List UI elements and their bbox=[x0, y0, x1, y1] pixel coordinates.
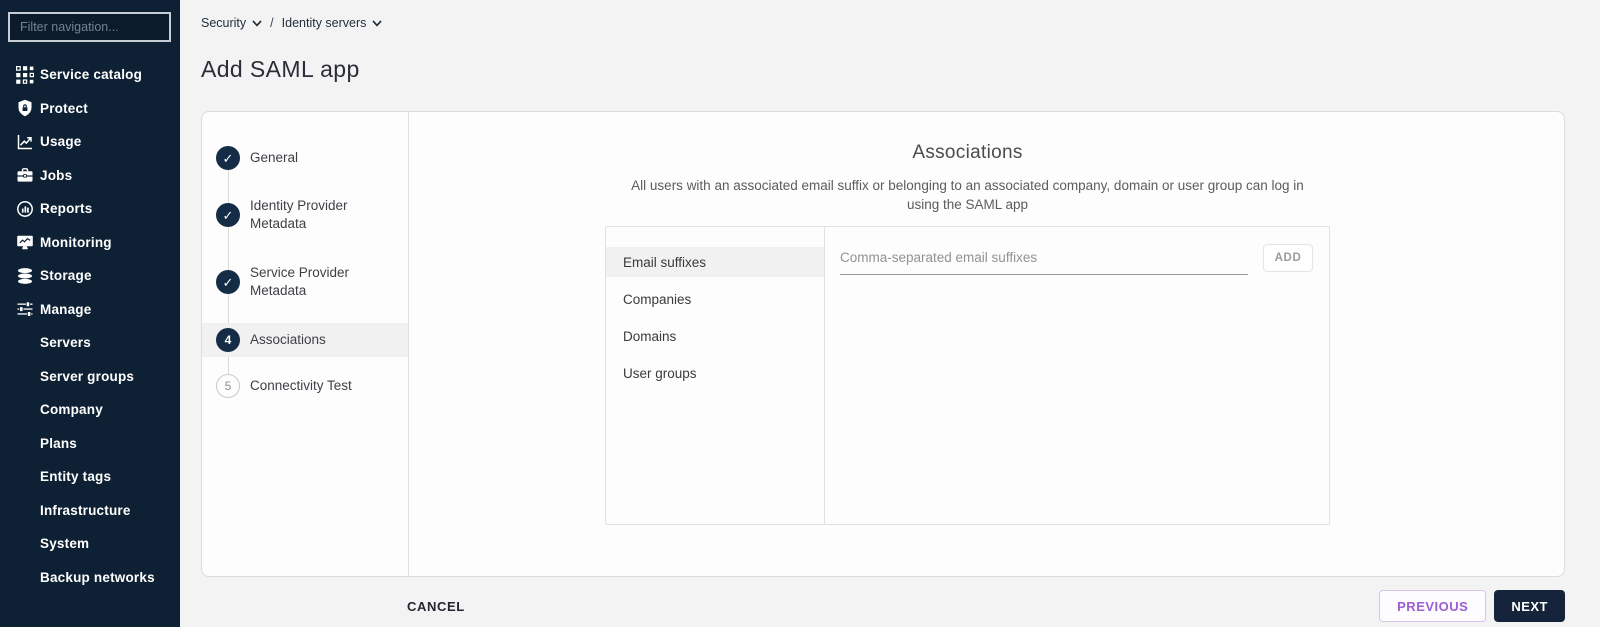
breadcrumb-label: Identity servers bbox=[281, 16, 367, 30]
step-identity-provider-metadata[interactable]: ✓ Identity Provider Metadata bbox=[202, 197, 408, 233]
reports-icon bbox=[16, 200, 34, 218]
sidebar-item-plans[interactable]: Plans bbox=[0, 427, 180, 461]
wizard-footer: CANCEL PREVIOUS NEXT bbox=[201, 590, 1565, 622]
sidebar-item-monitoring[interactable]: Monitoring bbox=[0, 226, 180, 260]
wizard-panel: ✓ General ✓ Identity Provider Metadata ✓… bbox=[201, 111, 1565, 577]
step-label: Connectivity Test bbox=[250, 378, 352, 393]
associations-heading: Associations bbox=[912, 142, 1023, 163]
sidebar-item-label: Monitoring bbox=[40, 234, 112, 250]
previous-button[interactable]: PREVIOUS bbox=[1379, 590, 1487, 622]
sidebar-item-system[interactable]: System bbox=[0, 527, 180, 561]
breadcrumb-label: Security bbox=[201, 16, 247, 30]
sidebar-item-label: Reports bbox=[40, 201, 93, 217]
sidebar-item-jobs[interactable]: Jobs bbox=[0, 159, 180, 193]
step-done-circle: ✓ bbox=[216, 270, 240, 294]
associations-description: All users with an associated email suffi… bbox=[631, 178, 1304, 212]
breadcrumb-security-dropdown[interactable]: Security bbox=[201, 16, 262, 30]
sliders-icon bbox=[16, 300, 34, 318]
step-associations-active[interactable]: 4 Associations bbox=[202, 323, 408, 357]
check-icon: ✓ bbox=[222, 274, 234, 290]
step-number-circle: 4 bbox=[216, 328, 240, 352]
sidebar-item-servers[interactable]: Servers bbox=[0, 326, 180, 360]
sidebar: Service catalog Protect Usage bbox=[0, 0, 180, 627]
sidebar-item-backup-networks[interactable]: Backup networks bbox=[0, 561, 180, 595]
sidebar-item-reports[interactable]: Reports bbox=[0, 192, 180, 226]
sidebar-item-label: Company bbox=[40, 402, 103, 418]
sidebar-item-usage[interactable]: Usage bbox=[0, 125, 180, 159]
tab-email-suffixes[interactable]: Email suffixes bbox=[606, 247, 824, 277]
footer-nav-buttons: PREVIOUS NEXT bbox=[1379, 590, 1565, 622]
sidebar-item-label: System bbox=[40, 536, 90, 552]
step-service-provider-metadata[interactable]: ✓ Service Provider Metadata bbox=[202, 264, 408, 300]
sidebar-item-manage[interactable]: Manage bbox=[0, 293, 180, 327]
sidebar-item-server-groups[interactable]: Server groups bbox=[0, 360, 180, 394]
sidebar-item-label: Manage bbox=[40, 301, 92, 317]
step-done-circle: ✓ bbox=[216, 203, 240, 227]
breadcrumb: Security / Identity servers bbox=[201, 16, 1565, 30]
step-label: Identity Provider Metadata bbox=[250, 198, 348, 231]
sidebar-item-entity-tags[interactable]: Entity tags bbox=[0, 460, 180, 494]
sidebar-item-service-catalog[interactable]: Service catalog bbox=[0, 58, 180, 92]
sidebar-item-label: Usage bbox=[40, 134, 82, 150]
step-label: General bbox=[250, 150, 299, 165]
step-general[interactable]: ✓ General bbox=[202, 146, 408, 170]
sidebar-item-label: Jobs bbox=[40, 167, 73, 183]
sidebar-item-company[interactable]: Company bbox=[0, 393, 180, 427]
step-connectivity-test[interactable]: 5 Connectivity Test bbox=[202, 374, 408, 398]
sidebar-item-label: Protect bbox=[40, 100, 88, 116]
sidebar-item-label: Backup networks bbox=[40, 569, 155, 585]
sidebar-item-label: Server groups bbox=[40, 368, 135, 384]
association-type-tabs: Email suffixes Companies Domains User gr… bbox=[606, 227, 825, 524]
main-content: Security / Identity servers Add SAML app… bbox=[180, 0, 1600, 627]
step-label: Service Provider Metadata bbox=[250, 265, 350, 298]
sidebar-item-label: Storage bbox=[40, 268, 92, 284]
sidebar-item-infrastructure[interactable]: Infrastructure bbox=[0, 494, 180, 528]
step-number-circle: 5 bbox=[216, 374, 240, 398]
sidebar-item-label: Entity tags bbox=[40, 469, 112, 485]
add-button[interactable]: ADD bbox=[1263, 244, 1313, 272]
shield-icon bbox=[16, 99, 34, 117]
service-catalog-icon bbox=[16, 65, 34, 84]
cancel-button[interactable]: CANCEL bbox=[407, 599, 465, 614]
step-label: Associations bbox=[250, 332, 326, 347]
chevron-down-icon bbox=[252, 19, 262, 27]
check-icon: ✓ bbox=[222, 150, 234, 166]
database-icon bbox=[16, 267, 34, 285]
chevron-down-icon bbox=[372, 19, 383, 27]
briefcase-icon bbox=[16, 166, 34, 184]
breadcrumb-separator: / bbox=[270, 16, 274, 30]
tab-user-groups[interactable]: User groups bbox=[606, 358, 824, 388]
sidebar-item-storage[interactable]: Storage bbox=[0, 259, 180, 293]
next-button[interactable]: NEXT bbox=[1494, 590, 1565, 622]
usage-chart-icon bbox=[16, 133, 34, 151]
sidebar-item-label: Plans bbox=[40, 435, 78, 451]
breadcrumb-identity-servers-dropdown[interactable]: Identity servers bbox=[282, 16, 383, 30]
filter-navigation-input[interactable] bbox=[8, 12, 171, 42]
tab-domains[interactable]: Domains bbox=[606, 321, 824, 351]
email-suffixes-input[interactable] bbox=[840, 244, 1248, 275]
check-icon: ✓ bbox=[222, 207, 234, 223]
wizard-stepper: ✓ General ✓ Identity Provider Metadata ✓… bbox=[202, 112, 409, 576]
step-done-circle: ✓ bbox=[216, 146, 240, 170]
page-title: Add SAML app bbox=[201, 56, 360, 82]
tab-companies[interactable]: Companies bbox=[606, 284, 824, 314]
associations-step-content: Associations All users with an associate… bbox=[409, 112, 1564, 576]
monitor-icon bbox=[16, 233, 34, 251]
sidebar-item-label: Servers bbox=[40, 335, 91, 351]
sidebar-item-protect[interactable]: Protect bbox=[0, 92, 180, 126]
associations-box: Email suffixes Companies Domains User gr… bbox=[605, 226, 1330, 525]
sidebar-item-label: Service catalog bbox=[40, 67, 143, 83]
email-suffixes-panel: ADD bbox=[825, 227, 1329, 524]
sidebar-item-label: Infrastructure bbox=[40, 502, 131, 518]
